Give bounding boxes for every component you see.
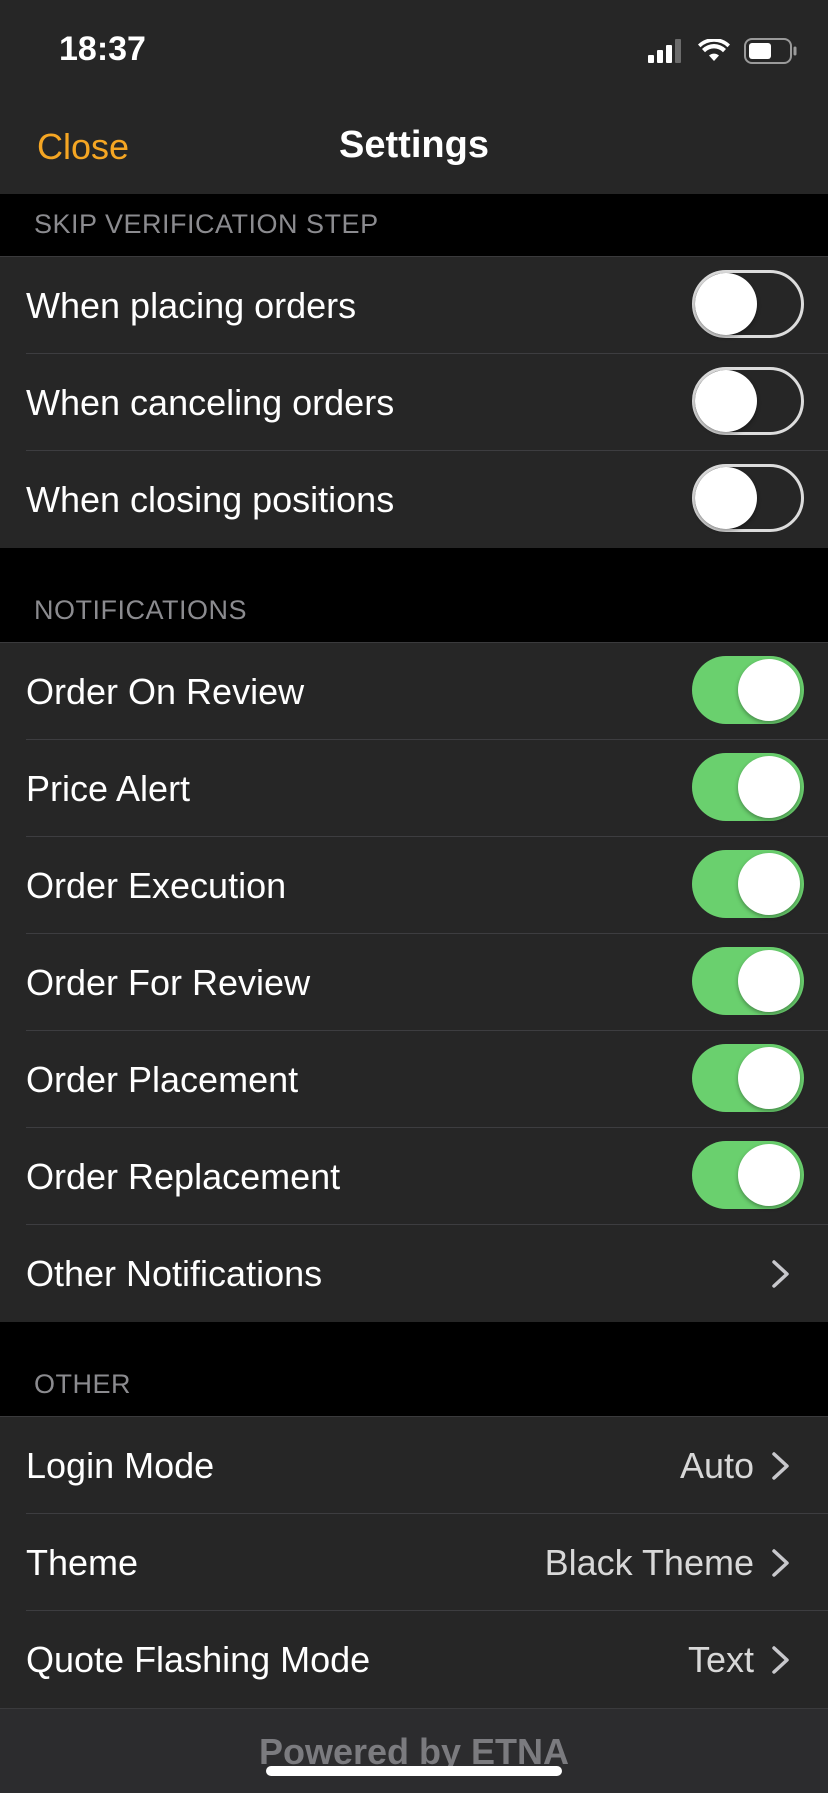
row-label: Theme — [26, 1542, 139, 1583]
section-header-label: NOTIFICATIONS — [34, 595, 247, 625]
status-time: 18:37 — [59, 30, 146, 68]
row-label: Other Notifications — [26, 1253, 323, 1294]
row-label: Order Replacement — [26, 1156, 341, 1197]
battery-icon — [744, 38, 797, 64]
toggle-order-replacement[interactable] — [692, 1141, 804, 1209]
row-label: Order Execution — [26, 865, 287, 906]
group-notifications: Order On Review Price Alert Order Execut… — [0, 642, 828, 1323]
toggle-knob — [738, 756, 800, 818]
row-when-canceling-orders: When canceling orders — [0, 354, 828, 451]
row-label: Login Mode — [26, 1445, 215, 1486]
toggle-knob — [738, 950, 800, 1012]
row-quote-flashing-mode[interactable]: Quote Flashing Mode Text — [0, 1611, 828, 1708]
status-icons — [648, 36, 798, 66]
toggle-knob — [738, 1144, 800, 1206]
group-other: Login Mode Auto Theme Black Theme Quote … — [0, 1416, 828, 1709]
row-label: Order For Review — [26, 962, 311, 1003]
page-title: Settings — [339, 124, 489, 166]
toggle-order-on-review[interactable] — [692, 656, 804, 724]
row-other-notifications[interactable]: Other Notifications — [0, 1225, 828, 1322]
toggle-knob — [738, 853, 800, 915]
row-order-for-review: Order For Review — [0, 934, 828, 1031]
toggle-when-canceling-orders[interactable] — [692, 367, 804, 435]
row-label: Order On Review — [26, 671, 305, 712]
toggle-order-execution[interactable] — [692, 850, 804, 918]
section-header-label: OTHER — [34, 1369, 131, 1399]
chevron-right-icon — [772, 1549, 789, 1577]
row-label: When placing orders — [26, 285, 357, 326]
toggle-order-for-review[interactable] — [692, 947, 804, 1015]
signal-icon — [648, 39, 681, 63]
toggle-when-closing-positions[interactable] — [692, 464, 804, 532]
toggle-knob — [695, 370, 757, 432]
toggle-price-alert[interactable] — [692, 753, 804, 821]
row-when-placing-orders: When placing orders — [0, 257, 828, 354]
row-value: Auto — [679, 1445, 754, 1486]
toggle-knob — [738, 1047, 800, 1109]
chevron-right-icon — [772, 1646, 789, 1674]
row-order-execution: Order Execution — [0, 837, 828, 934]
row-label: When closing positions — [26, 479, 395, 520]
row-theme[interactable]: Theme Black Theme — [0, 1514, 828, 1611]
toggle-knob — [695, 273, 757, 335]
row-value: Text — [687, 1639, 754, 1680]
row-order-on-review: Order On Review — [0, 643, 828, 740]
status-bar: 18:37 — [0, 0, 828, 100]
row-value: Black Theme — [544, 1542, 754, 1583]
row-when-closing-positions: When closing positions — [0, 451, 828, 548]
toggle-when-placing-orders[interactable] — [692, 270, 804, 338]
group-skip-verification: When placing orders When canceling order… — [0, 256, 828, 549]
wifi-icon — [698, 39, 730, 61]
chevron-right-icon — [772, 1452, 789, 1480]
section-header-skip-verification: SKIP VERIFICATION STEP — [0, 194, 828, 256]
toggle-knob — [738, 659, 800, 721]
row-label: Quote Flashing Mode — [26, 1639, 371, 1680]
row-order-placement: Order Placement — [0, 1031, 828, 1128]
row-login-mode[interactable]: Login Mode Auto — [0, 1417, 828, 1514]
row-order-replacement: Order Replacement — [0, 1128, 828, 1225]
nav-bar: Close Settings — [0, 100, 828, 194]
home-indicator[interactable] — [266, 1766, 562, 1776]
toggle-knob — [695, 467, 757, 529]
row-label: When canceling orders — [26, 382, 395, 423]
toggle-order-placement[interactable] — [692, 1044, 804, 1112]
footer: Powered by ETNA — [0, 1708, 828, 1793]
section-header-other: OTHER — [0, 1322, 828, 1416]
row-price-alert: Price Alert — [0, 740, 828, 837]
row-label: Order Placement — [26, 1059, 299, 1100]
section-header-label: SKIP VERIFICATION STEP — [34, 209, 379, 239]
chevron-right-icon — [772, 1260, 789, 1288]
row-label: Price Alert — [26, 768, 191, 809]
section-header-notifications: NOTIFICATIONS — [0, 548, 828, 642]
